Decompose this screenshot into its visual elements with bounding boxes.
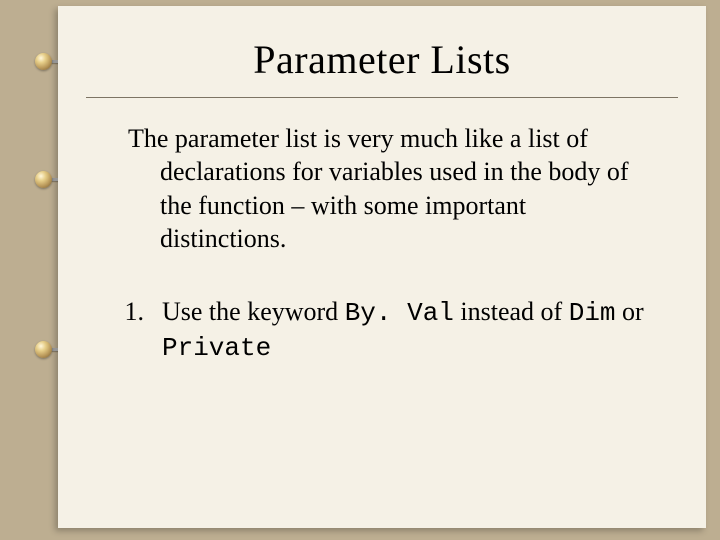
list-number: 1. [96, 295, 162, 366]
slide-body: The parameter list is very much like a l… [58, 98, 706, 366]
list-body: Use the keyword By. Val instead of Dim o… [162, 295, 646, 366]
keyword-byval: By. Val [345, 298, 454, 328]
intro-text: The parameter list is very much like a l… [96, 122, 646, 255]
text-segment: Use the keyword [162, 297, 345, 326]
text-segment: or [616, 297, 644, 326]
slide-title: Parameter Lists [58, 36, 706, 83]
keyword-dim: Dim [569, 298, 616, 328]
intro-paragraph: The parameter list is very much like a l… [96, 122, 646, 255]
list-item-1: 1. Use the keyword By. Val instead of Di… [96, 295, 646, 366]
keyword-private: Private [162, 333, 271, 363]
slide-paper: Parameter Lists The parameter list is ve… [58, 6, 706, 528]
text-segment: instead of [454, 297, 569, 326]
slide: Parameter Lists The parameter list is ve… [0, 0, 720, 540]
